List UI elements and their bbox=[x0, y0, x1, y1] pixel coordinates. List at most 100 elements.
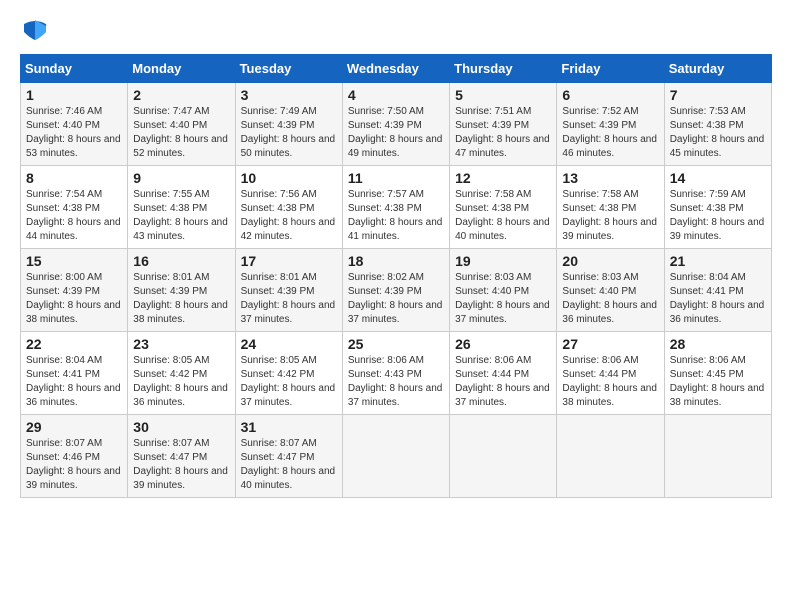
header-tuesday: Tuesday bbox=[235, 55, 342, 83]
calendar-cell: 10 Sunrise: 7:56 AMSunset: 4:38 PMDaylig… bbox=[235, 166, 342, 249]
day-number: 15 bbox=[26, 253, 122, 269]
day-number: 25 bbox=[348, 336, 444, 352]
calendar-cell: 5 Sunrise: 7:51 AMSunset: 4:39 PMDayligh… bbox=[450, 83, 557, 166]
calendar-cell: 25 Sunrise: 8:06 AMSunset: 4:43 PMDaylig… bbox=[342, 332, 449, 415]
day-number: 31 bbox=[241, 419, 337, 435]
calendar-cell: 7 Sunrise: 7:53 AMSunset: 4:38 PMDayligh… bbox=[664, 83, 771, 166]
header-saturday: Saturday bbox=[664, 55, 771, 83]
day-info: Sunrise: 7:51 AMSunset: 4:39 PMDaylight:… bbox=[455, 106, 550, 159]
calendar-cell: 30 Sunrise: 8:07 AMSunset: 4:47 PMDaylig… bbox=[128, 415, 235, 498]
day-info: Sunrise: 8:06 AMSunset: 4:44 PMDaylight:… bbox=[562, 355, 657, 408]
day-number: 5 bbox=[455, 87, 551, 103]
day-info: Sunrise: 7:59 AMSunset: 4:38 PMDaylight:… bbox=[670, 189, 765, 242]
calendar-cell: 17 Sunrise: 8:01 AMSunset: 4:39 PMDaylig… bbox=[235, 249, 342, 332]
calendar-cell: 24 Sunrise: 8:05 AMSunset: 4:42 PMDaylig… bbox=[235, 332, 342, 415]
calendar-cell bbox=[342, 415, 449, 498]
calendar-cell bbox=[557, 415, 664, 498]
calendar-week-4: 22 Sunrise: 8:04 AMSunset: 4:41 PMDaylig… bbox=[21, 332, 772, 415]
calendar-header-row: SundayMondayTuesdayWednesdayThursdayFrid… bbox=[21, 55, 772, 83]
calendar-cell: 23 Sunrise: 8:05 AMSunset: 4:42 PMDaylig… bbox=[128, 332, 235, 415]
day-number: 6 bbox=[562, 87, 658, 103]
day-number: 10 bbox=[241, 170, 337, 186]
day-number: 11 bbox=[348, 170, 444, 186]
calendar-cell: 28 Sunrise: 8:06 AMSunset: 4:45 PMDaylig… bbox=[664, 332, 771, 415]
day-number: 24 bbox=[241, 336, 337, 352]
calendar-cell: 15 Sunrise: 8:00 AMSunset: 4:39 PMDaylig… bbox=[21, 249, 128, 332]
day-number: 16 bbox=[133, 253, 229, 269]
day-info: Sunrise: 7:53 AMSunset: 4:38 PMDaylight:… bbox=[670, 106, 765, 159]
calendar-cell: 6 Sunrise: 7:52 AMSunset: 4:39 PMDayligh… bbox=[557, 83, 664, 166]
day-number: 20 bbox=[562, 253, 658, 269]
day-info: Sunrise: 8:07 AMSunset: 4:47 PMDaylight:… bbox=[241, 438, 336, 491]
page-header bbox=[20, 16, 772, 46]
calendar-cell: 11 Sunrise: 7:57 AMSunset: 4:38 PMDaylig… bbox=[342, 166, 449, 249]
day-number: 19 bbox=[455, 253, 551, 269]
calendar-cell: 31 Sunrise: 8:07 AMSunset: 4:47 PMDaylig… bbox=[235, 415, 342, 498]
calendar-cell: 3 Sunrise: 7:49 AMSunset: 4:39 PMDayligh… bbox=[235, 83, 342, 166]
day-info: Sunrise: 7:58 AMSunset: 4:38 PMDaylight:… bbox=[455, 189, 550, 242]
day-info: Sunrise: 7:55 AMSunset: 4:38 PMDaylight:… bbox=[133, 189, 228, 242]
day-info: Sunrise: 8:05 AMSunset: 4:42 PMDaylight:… bbox=[241, 355, 336, 408]
day-info: Sunrise: 8:04 AMSunset: 4:41 PMDaylight:… bbox=[26, 355, 121, 408]
calendar-cell: 26 Sunrise: 8:06 AMSunset: 4:44 PMDaylig… bbox=[450, 332, 557, 415]
day-number: 13 bbox=[562, 170, 658, 186]
day-number: 1 bbox=[26, 87, 122, 103]
day-info: Sunrise: 8:06 AMSunset: 4:45 PMDaylight:… bbox=[670, 355, 765, 408]
calendar-cell: 20 Sunrise: 8:03 AMSunset: 4:40 PMDaylig… bbox=[557, 249, 664, 332]
calendar-week-5: 29 Sunrise: 8:07 AMSunset: 4:46 PMDaylig… bbox=[21, 415, 772, 498]
day-info: Sunrise: 7:58 AMSunset: 4:38 PMDaylight:… bbox=[562, 189, 657, 242]
day-info: Sunrise: 8:04 AMSunset: 4:41 PMDaylight:… bbox=[670, 272, 765, 325]
header-wednesday: Wednesday bbox=[342, 55, 449, 83]
calendar-table: SundayMondayTuesdayWednesdayThursdayFrid… bbox=[20, 54, 772, 498]
day-number: 18 bbox=[348, 253, 444, 269]
calendar-week-3: 15 Sunrise: 8:00 AMSunset: 4:39 PMDaylig… bbox=[21, 249, 772, 332]
calendar-cell bbox=[450, 415, 557, 498]
day-number: 14 bbox=[670, 170, 766, 186]
calendar-cell: 27 Sunrise: 8:06 AMSunset: 4:44 PMDaylig… bbox=[557, 332, 664, 415]
calendar-cell: 19 Sunrise: 8:03 AMSunset: 4:40 PMDaylig… bbox=[450, 249, 557, 332]
calendar-cell: 29 Sunrise: 8:07 AMSunset: 4:46 PMDaylig… bbox=[21, 415, 128, 498]
calendar-cell: 18 Sunrise: 8:02 AMSunset: 4:39 PMDaylig… bbox=[342, 249, 449, 332]
day-number: 12 bbox=[455, 170, 551, 186]
day-info: Sunrise: 8:06 AMSunset: 4:44 PMDaylight:… bbox=[455, 355, 550, 408]
calendar-cell: 22 Sunrise: 8:04 AMSunset: 4:41 PMDaylig… bbox=[21, 332, 128, 415]
calendar-cell: 16 Sunrise: 8:01 AMSunset: 4:39 PMDaylig… bbox=[128, 249, 235, 332]
calendar-cell bbox=[664, 415, 771, 498]
day-number: 4 bbox=[348, 87, 444, 103]
day-number: 3 bbox=[241, 87, 337, 103]
calendar-week-2: 8 Sunrise: 7:54 AMSunset: 4:38 PMDayligh… bbox=[21, 166, 772, 249]
day-info: Sunrise: 7:50 AMSunset: 4:39 PMDaylight:… bbox=[348, 106, 443, 159]
day-info: Sunrise: 8:05 AMSunset: 4:42 PMDaylight:… bbox=[133, 355, 228, 408]
header-monday: Monday bbox=[128, 55, 235, 83]
day-number: 28 bbox=[670, 336, 766, 352]
day-number: 21 bbox=[670, 253, 766, 269]
calendar-cell: 21 Sunrise: 8:04 AMSunset: 4:41 PMDaylig… bbox=[664, 249, 771, 332]
day-info: Sunrise: 8:02 AMSunset: 4:39 PMDaylight:… bbox=[348, 272, 443, 325]
day-info: Sunrise: 8:03 AMSunset: 4:40 PMDaylight:… bbox=[455, 272, 550, 325]
logo-icon bbox=[20, 16, 50, 46]
day-number: 29 bbox=[26, 419, 122, 435]
day-number: 30 bbox=[133, 419, 229, 435]
day-info: Sunrise: 8:01 AMSunset: 4:39 PMDaylight:… bbox=[133, 272, 228, 325]
header-thursday: Thursday bbox=[450, 55, 557, 83]
day-info: Sunrise: 8:07 AMSunset: 4:47 PMDaylight:… bbox=[133, 438, 228, 491]
day-number: 2 bbox=[133, 87, 229, 103]
calendar-cell: 8 Sunrise: 7:54 AMSunset: 4:38 PMDayligh… bbox=[21, 166, 128, 249]
header-sunday: Sunday bbox=[21, 55, 128, 83]
day-info: Sunrise: 7:56 AMSunset: 4:38 PMDaylight:… bbox=[241, 189, 336, 242]
day-info: Sunrise: 8:03 AMSunset: 4:40 PMDaylight:… bbox=[562, 272, 657, 325]
day-number: 7 bbox=[670, 87, 766, 103]
calendar-cell: 12 Sunrise: 7:58 AMSunset: 4:38 PMDaylig… bbox=[450, 166, 557, 249]
logo bbox=[20, 16, 54, 46]
day-info: Sunrise: 8:06 AMSunset: 4:43 PMDaylight:… bbox=[348, 355, 443, 408]
calendar-cell: 14 Sunrise: 7:59 AMSunset: 4:38 PMDaylig… bbox=[664, 166, 771, 249]
day-info: Sunrise: 8:07 AMSunset: 4:46 PMDaylight:… bbox=[26, 438, 121, 491]
day-info: Sunrise: 7:54 AMSunset: 4:38 PMDaylight:… bbox=[26, 189, 121, 242]
day-number: 27 bbox=[562, 336, 658, 352]
day-number: 26 bbox=[455, 336, 551, 352]
calendar-cell: 9 Sunrise: 7:55 AMSunset: 4:38 PMDayligh… bbox=[128, 166, 235, 249]
calendar-cell: 4 Sunrise: 7:50 AMSunset: 4:39 PMDayligh… bbox=[342, 83, 449, 166]
day-info: Sunrise: 7:52 AMSunset: 4:39 PMDaylight:… bbox=[562, 106, 657, 159]
header-friday: Friday bbox=[557, 55, 664, 83]
day-info: Sunrise: 7:49 AMSunset: 4:39 PMDaylight:… bbox=[241, 106, 336, 159]
